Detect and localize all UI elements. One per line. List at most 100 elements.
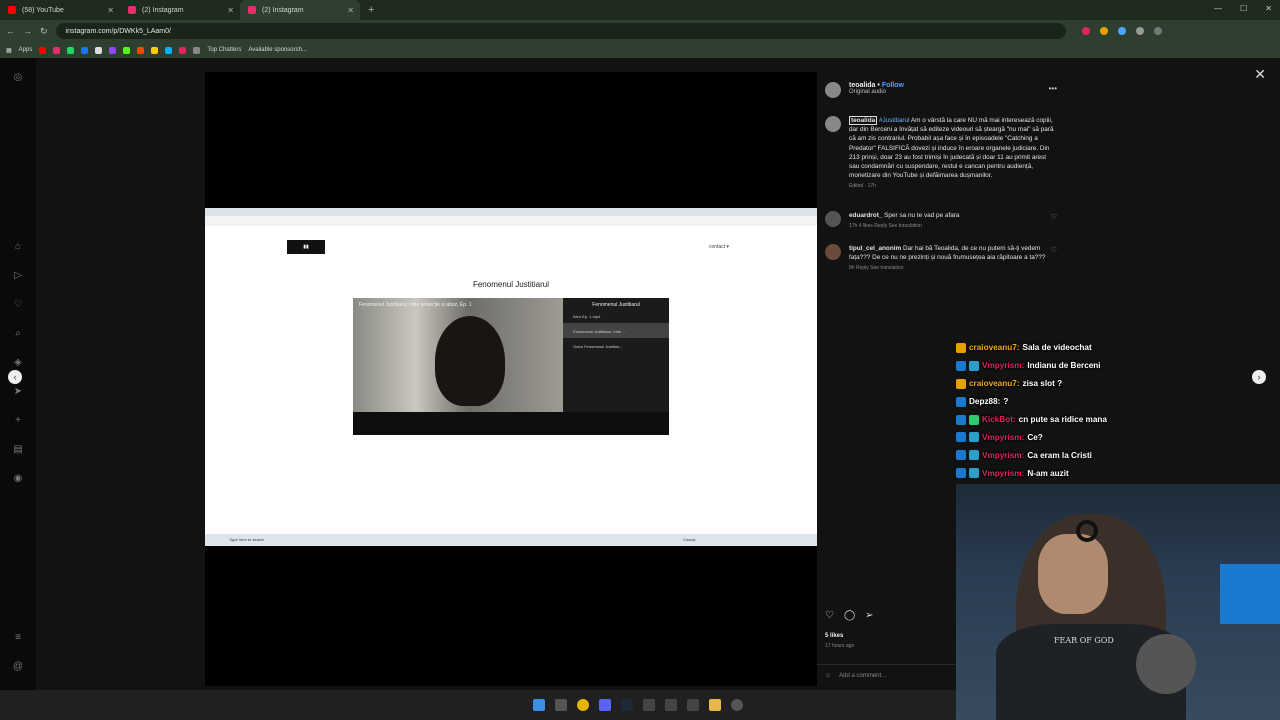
more-options-icon[interactable]: ••• (1049, 84, 1057, 93)
avatar[interactable] (825, 211, 841, 227)
bookmark-icon[interactable] (81, 46, 89, 54)
avatar[interactable] (825, 244, 841, 260)
app-icon[interactable] (665, 699, 677, 711)
audio-label[interactable]: Original audio (849, 89, 904, 95)
follow-button[interactable]: Follow (882, 82, 904, 89)
instagram-icon (248, 6, 256, 14)
menu-icon[interactable]: ≡ (15, 632, 21, 643)
search-icon[interactable]: ⌕ (15, 328, 21, 339)
like-comment-icon[interactable]: ♡ (1051, 213, 1057, 221)
threads-icon[interactable]: @ (13, 661, 23, 672)
tab-youtube[interactable]: (58) YouTube ✕ (0, 0, 120, 20)
share-icon[interactable]: ➢ (865, 610, 873, 621)
search-icon[interactable] (555, 699, 567, 711)
bookmark-icon[interactable] (39, 46, 47, 54)
bookmark-icon[interactable] (165, 46, 173, 54)
avatar[interactable] (825, 82, 841, 98)
next-post-icon[interactable]: › (1252, 370, 1266, 384)
back-icon[interactable]: ← (6, 26, 15, 36)
inner-video-title: Fenomenul Justitiarul, între protecție ș… (359, 302, 472, 308)
comment-icon[interactable]: ◯ (844, 610, 855, 621)
bookmark-icon[interactable] (193, 46, 201, 54)
add-comment-input[interactable]: Add a comment... (839, 673, 886, 679)
microphone (1136, 634, 1196, 694)
post-author[interactable]: teoalida (849, 82, 875, 89)
likes-count[interactable]: 5 likes (825, 633, 843, 639)
extension-icon[interactable] (1099, 27, 1108, 35)
app-icon[interactable] (643, 699, 655, 711)
post-video[interactable]: ▮▮ contact ▾ Fenomenul Justitiarul Fenom… (205, 72, 817, 686)
instagram-logo-icon[interactable]: ◎ (14, 72, 23, 83)
close-icon[interactable]: ✕ (227, 6, 234, 15)
minimize-icon[interactable]: — (1214, 4, 1222, 13)
playlist-item: Fenomenul Justitiarul, între ... (563, 323, 669, 338)
badge-icon (956, 378, 966, 389)
bookmark-icon[interactable] (67, 46, 75, 54)
extension-icon[interactable] (1117, 27, 1126, 35)
messages-icon[interactable]: ➤ (14, 386, 22, 397)
inner-weather: Cloudy (683, 537, 696, 542)
comment-user[interactable]: tipul_cel_anonim (849, 245, 901, 252)
app-icon[interactable] (731, 699, 743, 711)
close-icon[interactable]: ✕ (347, 6, 354, 15)
bookmark-icon[interactable] (95, 46, 103, 54)
chat-text: N-am auzit (1027, 468, 1069, 478)
tab-instagram-1[interactable]: (2) Instagram ✕ (120, 0, 240, 20)
new-tab-button[interactable]: + (368, 4, 374, 16)
windows-start-icon[interactable] (533, 699, 545, 711)
previous-post-icon[interactable]: ‹ (8, 370, 22, 384)
bookmark-icon[interactable] (151, 46, 159, 54)
comment-user[interactable]: eduardrot_ (849, 212, 882, 219)
bookmark-sponsors[interactable]: Available sponsorsh... (248, 47, 307, 53)
reels-icon[interactable]: ▷ (14, 270, 22, 281)
apps-icon[interactable]: ▦ (6, 47, 12, 54)
extension-icon[interactable] (1135, 27, 1144, 35)
comment-meta[interactable]: 8h Reply See translation (849, 264, 1055, 273)
create-icon[interactable]: + (15, 415, 21, 426)
inner-taskbar: Type here to search Cloudy (205, 534, 817, 546)
app-icon[interactable] (687, 699, 699, 711)
reload-icon[interactable]: ↻ (40, 26, 48, 37)
comment: eduardrot_ Sper sa nu te vad pe afara 17… (825, 211, 1061, 231)
forward-icon[interactable]: → (23, 26, 32, 36)
profile-avatar[interactable] (1153, 27, 1162, 35)
chat-user: Vmpyrism: (982, 450, 1025, 460)
tab-label: (2) Instagram (142, 6, 184, 14)
shirt-print: FEAR OF GOD (1054, 636, 1114, 645)
bookmark-icon[interactable] (179, 46, 187, 54)
comment-meta[interactable]: 17h 4 likes Reply See translation (849, 222, 1055, 231)
close-window-icon[interactable]: ✕ (1265, 4, 1272, 13)
folder-icon[interactable] (709, 699, 721, 711)
discord-icon[interactable] (599, 699, 611, 711)
bookmark-apps[interactable]: Apps (19, 47, 33, 53)
explore-icon[interactable]: ◈ (14, 357, 22, 368)
tab-instagram-2[interactable]: (2) Instagram ✕ (240, 0, 360, 20)
maximize-icon[interactable]: ☐ (1240, 4, 1247, 13)
like-comment-icon[interactable]: ♡ (1051, 246, 1057, 254)
notifications-icon[interactable]: ♡ (14, 299, 23, 310)
chat-user: craioveanu7: (969, 379, 1020, 389)
bookmark-icon[interactable] (53, 46, 61, 54)
caption-hashtag[interactable]: #Justitiarul (879, 117, 910, 124)
profile-icon[interactable]: ◉ (14, 473, 23, 484)
comment-body: Sper sa nu te vad pe afara (884, 212, 960, 219)
playlist-item: Intro Ep. 1.mp4 (573, 314, 601, 319)
like-icon[interactable]: ♡ (825, 610, 834, 621)
extension-icon[interactable] (1081, 27, 1090, 35)
caption-author[interactable]: teoalida (849, 116, 878, 125)
bookmark-icon[interactable] (109, 46, 117, 54)
steam-icon[interactable] (621, 699, 633, 711)
close-icon[interactable]: ✕ (107, 6, 114, 15)
url-field[interactable]: instagram.com/p/DWKk5_LAam0/ (55, 23, 1066, 39)
dashboard-icon[interactable]: ▤ (13, 444, 22, 455)
bookmark-icon[interactable] (123, 46, 131, 54)
emoji-icon[interactable]: ☺ (825, 673, 831, 679)
bookmark-top-chatters[interactable]: Top Chatters (207, 47, 241, 53)
inner-tabbar (205, 208, 817, 216)
avatar[interactable] (825, 116, 841, 132)
bookmark-icon[interactable] (137, 46, 145, 54)
home-icon[interactable]: ⌂ (15, 241, 21, 252)
inner-contact-link: contact ▾ (709, 244, 730, 250)
close-icon[interactable]: ✕ (1254, 66, 1266, 83)
chrome-icon[interactable] (577, 699, 589, 711)
